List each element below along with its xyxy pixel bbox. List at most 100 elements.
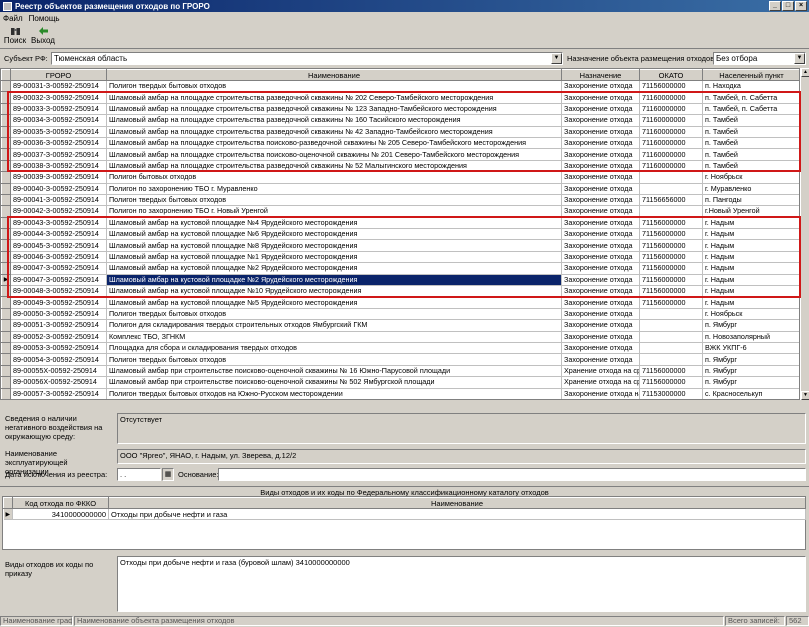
row-indicator[interactable] — [1, 341, 11, 355]
table-row[interactable]: 89-00044-З-00592-250914 Шламовый амбар на… — [1, 228, 799, 241]
row-indicator[interactable] — [1, 398, 11, 399]
row-indicator[interactable] — [1, 79, 11, 93]
table-row[interactable]: 89-00053-З-00592-250914 Площадка для сбор… — [1, 341, 799, 355]
menu-help[interactable]: Помощь — [29, 14, 60, 23]
maximize-button[interactable]: □ — [782, 1, 794, 11]
table-row[interactable]: 89-00052-З-00592-250914 Комплекс ТБО, ЗГН… — [1, 330, 799, 344]
table-row[interactable]: 89-00040-З-00592-250914 Полигон по захоро… — [1, 182, 799, 195]
table-row[interactable]: 89-00050-З-00592-250914 Полигон твердых б… — [1, 307, 799, 321]
row-indicator-icon[interactable]: ▶ — [1, 273, 11, 287]
table-row[interactable]: 89-00034-З-00592-250914 Шламовый амбар на… — [1, 114, 799, 127]
reason-input[interactable] — [218, 468, 806, 481]
chevron-down-icon[interactable]: ▼ — [551, 53, 562, 64]
table-row[interactable]: 89-00048-З-00592-250914 Шламовый амбар на… — [1, 285, 799, 298]
col-header-fkko-code[interactable]: Код отхода по ФККО — [12, 497, 109, 509]
cell-okato — [639, 308, 703, 321]
row-indicator[interactable] — [1, 136, 11, 150]
waste-types-label: Виды отходов их коды по приказу — [5, 560, 94, 578]
table-row[interactable]: 89-00049-З-00592-250914 Шламовый амбар на… — [1, 296, 799, 309]
table-row[interactable]: 89-00045-З-00592-250914 Шламовый амбар на… — [1, 239, 799, 252]
table-row[interactable]: ▶ 3410000000000 Отходы при добыче нефти … — [3, 508, 806, 520]
table-row[interactable]: 89-00039-З-00592-250914 Полигон бытовых о… — [1, 171, 799, 184]
table-row[interactable]: 89-00031-З-00592-250914 Полигон твердых б… — [1, 79, 799, 93]
scroll-down-icon[interactable]: ▼ — [801, 391, 809, 400]
cell-name: Полигон для складирования твердых строит… — [106, 319, 562, 332]
row-indicator[interactable] — [1, 239, 11, 252]
row-indicator[interactable] — [1, 319, 11, 332]
row-indicator[interactable] — [1, 125, 11, 138]
row-indicator[interactable] — [1, 216, 11, 230]
row-indicator[interactable] — [1, 250, 11, 264]
row-indicator[interactable] — [1, 353, 11, 366]
cell-groro: 89-00051-З-00592-250914 — [10, 319, 107, 332]
row-indicator[interactable] — [1, 91, 11, 104]
cell-name: Шламовый амбар на площадке строительства… — [106, 160, 562, 173]
row-indicator[interactable] — [1, 364, 11, 378]
table-row[interactable]: 89-00046-З-00592-250914 Шламовый амбар на… — [1, 250, 799, 264]
waste-types-field[interactable]: Отходы при добыче нефти и газа (буровой … — [117, 556, 806, 612]
search-button[interactable]: Поиск — [3, 25, 27, 48]
row-indicator[interactable] — [1, 193, 11, 207]
table-row[interactable]: 89-00032-З-00592-250914 Шламовый амбар на… — [1, 91, 799, 104]
table-row[interactable]: 89-00038-З-00592-250914 Шламовый амбар на… — [1, 159, 799, 173]
table-row[interactable]: 89-00037-З-00592-250914 Шламовый амбар на… — [1, 148, 799, 161]
row-indicator[interactable] — [1, 262, 11, 275]
cell-locality: г. Ноябрьск — [702, 308, 799, 321]
table-row[interactable]: 89-00035-З-00592-250914 Шламовый амбар на… — [1, 125, 799, 138]
menu-bar: Файл Помощь — [0, 12, 809, 24]
table-row[interactable]: 89-00047-З-00592-250914 Шламовый амбар на… — [1, 262, 799, 275]
row-indicator[interactable] — [1, 182, 11, 195]
cell-groro: 89-00056Х-00592-250914 — [10, 376, 107, 389]
table-row[interactable]: 89-00056Х-00592-250914 Шламовый амбар при… — [1, 376, 799, 389]
purpose-select[interactable]: Без отбора ▼ — [713, 52, 806, 65]
row-indicator[interactable] — [1, 296, 11, 309]
row-indicator[interactable] — [1, 148, 11, 161]
exclude-date-input[interactable]: . . — [117, 468, 161, 481]
row-indicator[interactable] — [1, 114, 11, 127]
subject-select[interactable]: Тюменская область ▼ — [51, 52, 563, 65]
table-row[interactable]: 89-00036-З-00592-250914 Шламовый амбар на… — [1, 136, 799, 150]
cell-name: Шламовый амбар на кустовой площадке №2 Я… — [106, 262, 562, 275]
fkko-grid[interactable]: Код отхода по ФККО Наименование ▶ 341000… — [2, 496, 806, 550]
calendar-icon[interactable]: ▦ — [162, 468, 174, 481]
col-header-locality[interactable]: Населенный пункт — [702, 69, 799, 81]
scroll-up-icon[interactable]: ▲ — [801, 68, 809, 77]
close-button[interactable]: × — [795, 1, 807, 11]
cell-purpose: Хранение отхода на ср — [562, 399, 640, 400]
row-indicator[interactable] — [1, 102, 11, 116]
table-row[interactable]: ▶ 89-00047-З-00592-250914 Шламовый амбар н… — [1, 273, 799, 287]
col-header-purpose[interactable]: Назначение — [561, 69, 640, 81]
table-row[interactable]: 89-00051-З-00592-250914 Полигон для склад… — [1, 319, 799, 332]
col-header-groro[interactable]: ГРОРО — [10, 69, 107, 81]
row-indicator[interactable] — [1, 330, 11, 344]
menu-file[interactable]: Файл — [3, 14, 23, 23]
cell-purpose: Захоронение отхода — [561, 319, 640, 332]
cell-okato: 71156000000 — [639, 296, 703, 309]
table-row[interactable]: 89-00055Х-00592-250914 Шламовый амбар при… — [1, 364, 799, 378]
table-row[interactable]: 89-00041-З-00592-250914 Полигон твердых б… — [1, 193, 799, 207]
exit-button[interactable]: Выход — [31, 25, 55, 48]
grid-scrollbar[interactable]: ▲ ▼ — [800, 68, 809, 400]
table-row[interactable]: 89-00042-З-00592-250914 Полигон по захоро… — [1, 205, 799, 218]
chevron-down-icon[interactable]: ▼ — [794, 53, 805, 64]
cell-locality: г. Надым — [702, 217, 799, 230]
table-row[interactable]: 89-00058Х-00592-250914Полигон для утилиз… — [1, 398, 640, 400]
row-indicator[interactable] — [1, 307, 11, 321]
col-header-name[interactable]: Наименование — [106, 69, 562, 81]
row-indicator[interactable] — [1, 387, 11, 399]
registry-grid[interactable]: ГРОРО Наименование Назначение ОКАТО Насе… — [0, 68, 800, 400]
cell-name: Шламовый амбар на кустовой площадке №2 Я… — [106, 274, 562, 287]
row-indicator[interactable] — [1, 285, 11, 298]
col-header-fkko-name[interactable]: Наименование — [108, 497, 806, 509]
col-header-okato[interactable]: ОКАТО — [639, 69, 703, 81]
row-indicator[interactable] — [1, 171, 11, 184]
row-indicator[interactable] — [1, 376, 11, 389]
table-row[interactable]: 89-00054-З-00592-250914 Полигон твердых б… — [1, 353, 799, 366]
table-row[interactable]: 89-00057-З-00592-250914 Полигон твердых б… — [1, 387, 799, 399]
row-indicator[interactable] — [1, 205, 11, 218]
table-row[interactable]: 89-00033-З-00592-250914 Шламовый амбар на… — [1, 102, 799, 116]
table-row[interactable]: 89-00043-З-00592-250914 Шламовый амбар на… — [1, 216, 799, 230]
minimize-button[interactable]: _ — [769, 1, 781, 11]
row-indicator[interactable] — [1, 228, 11, 241]
row-indicator[interactable] — [1, 159, 11, 173]
